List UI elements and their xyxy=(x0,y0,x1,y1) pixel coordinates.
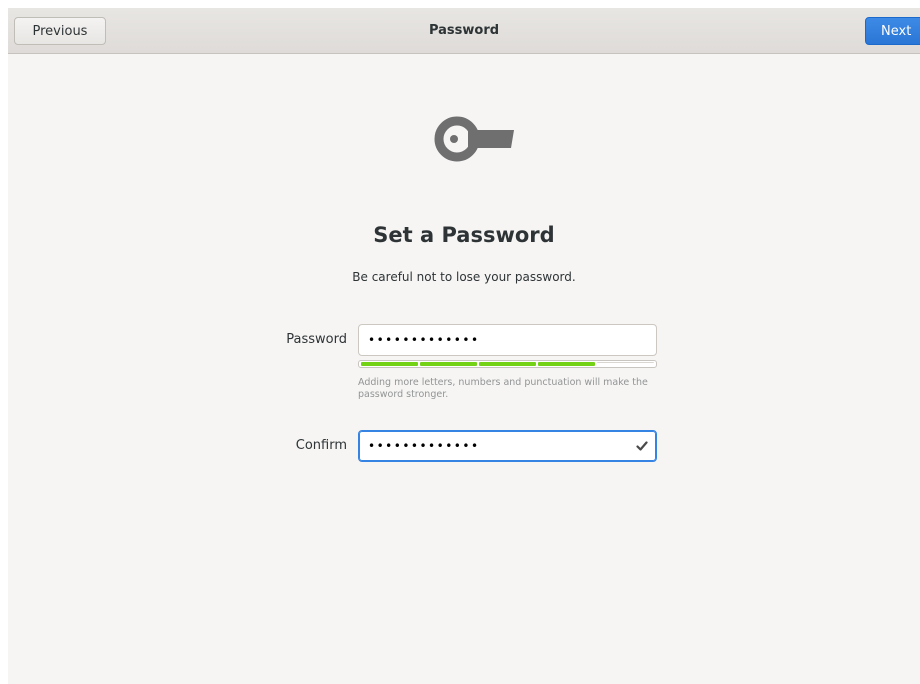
password-field[interactable]: ••••••••••••• xyxy=(358,324,657,356)
confirm-field[interactable]: ••••••••••••• xyxy=(358,430,657,462)
password-strength-bar xyxy=(358,360,657,368)
key-icon xyxy=(434,116,514,162)
confirm-value: ••••••••••••• xyxy=(368,439,480,453)
confirm-label: Confirm xyxy=(295,438,347,453)
header-title: Password xyxy=(428,23,500,38)
next-button-label: Next xyxy=(881,23,912,39)
checkmark-icon xyxy=(636,441,648,451)
previous-button[interactable]: Previous xyxy=(14,17,106,45)
strength-segment xyxy=(479,362,536,366)
header-bar: Previous Password Next xyxy=(8,8,920,54)
setup-window: Previous Password Next Set a Password Be… xyxy=(8,8,920,684)
password-value: ••••••••••••• xyxy=(368,333,480,347)
previous-button-label: Previous xyxy=(32,23,88,39)
password-strength-hint: Adding more letters, numbers and punctua… xyxy=(358,377,648,400)
page-subtitle: Be careful not to lose your password. xyxy=(352,270,576,284)
page-title: Set a Password xyxy=(373,223,555,247)
strength-segment xyxy=(361,362,418,366)
strength-segment xyxy=(597,362,654,366)
password-label: Password xyxy=(286,332,347,347)
strength-segment xyxy=(420,362,477,366)
strength-segment xyxy=(538,362,595,366)
next-button[interactable]: Next xyxy=(865,17,920,45)
